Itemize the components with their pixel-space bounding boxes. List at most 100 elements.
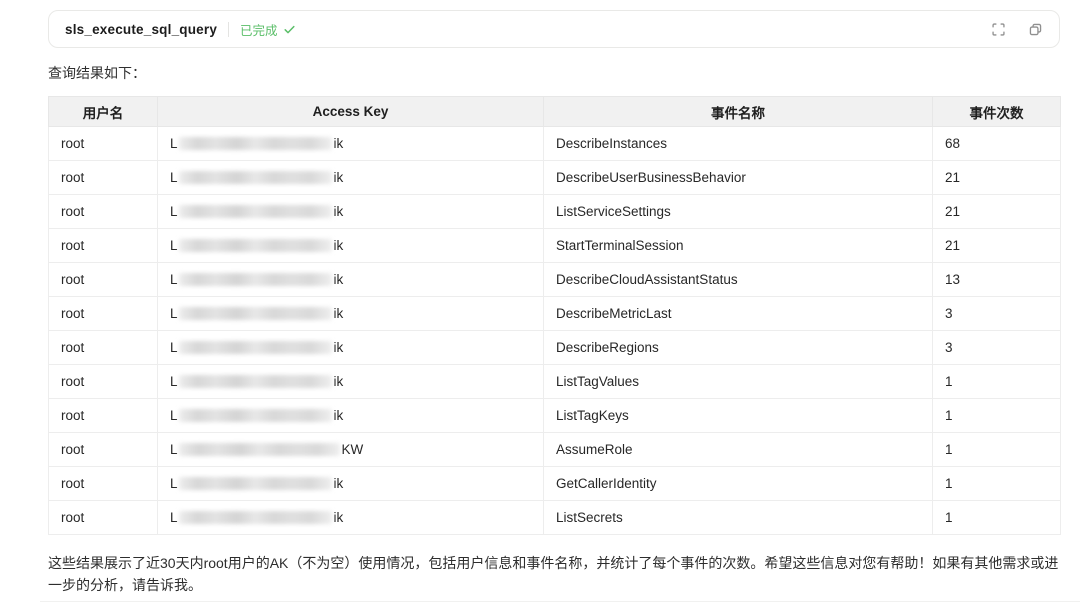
ak-prefix: L	[170, 340, 178, 355]
cell-access-key: L ik	[158, 501, 544, 535]
cell-event-name: GetCallerIdentity	[544, 467, 933, 501]
cell-username: root	[49, 229, 158, 263]
expand-icon[interactable]	[990, 21, 1006, 37]
ak-suffix: ik	[334, 136, 344, 151]
cell-access-key: L ik	[158, 365, 544, 399]
ak-suffix: KW	[342, 442, 364, 457]
cell-username: root	[49, 433, 158, 467]
col-header-username: 用户名	[49, 97, 158, 127]
cell-access-key: L KW	[158, 433, 544, 467]
cell-access-key: L ik	[158, 229, 544, 263]
ak-suffix: ik	[334, 510, 344, 525]
table-row: root L ik ListServiceSettings 21	[49, 195, 1061, 229]
cell-event-count: 13	[933, 263, 1061, 297]
ak-prefix: L	[170, 170, 178, 185]
intro-text: 查询结果如下：	[48, 63, 146, 83]
status-label: 已完成	[240, 20, 278, 39]
cell-event-name: DescribeMetricLast	[544, 297, 933, 331]
cell-username: root	[49, 161, 158, 195]
ak-suffix: ik	[334, 476, 344, 491]
result-summary-text: 这些结果展示了近30天内root用户的AK（不为空）使用情况，包括用户信息和事件…	[48, 552, 1062, 596]
cell-username: root	[49, 399, 158, 433]
tool-name: sls_execute_sql_query	[65, 22, 217, 37]
ak-suffix: ik	[334, 272, 344, 287]
ak-suffix: ik	[334, 408, 344, 423]
cell-event-name: StartTerminalSession	[544, 229, 933, 263]
cell-username: root	[49, 365, 158, 399]
ak-redaction-blur	[179, 171, 332, 184]
cell-access-key: L ik	[158, 467, 544, 501]
check-icon	[283, 23, 296, 36]
table-row: root L ik DescribeRegions 3	[49, 331, 1061, 365]
cell-event-count: 1	[933, 467, 1061, 501]
col-header-event-name: 事件名称	[544, 97, 933, 127]
ak-prefix: L	[170, 374, 178, 389]
col-header-event-count: 事件次数	[933, 97, 1061, 127]
table-row: root L ik GetCallerIdentity 1	[49, 467, 1061, 501]
cell-access-key: L ik	[158, 127, 544, 161]
ak-prefix: L	[170, 272, 178, 287]
cell-event-count: 1	[933, 399, 1061, 433]
ak-redaction-blur	[179, 341, 332, 354]
table-row: root L ik ListSecrets 1	[49, 501, 1061, 535]
cell-event-count: 3	[933, 331, 1061, 365]
ak-redaction-blur	[179, 511, 332, 524]
cell-event-name: ListTagValues	[544, 365, 933, 399]
ak-prefix: L	[170, 408, 178, 423]
ak-suffix: ik	[334, 204, 344, 219]
cell-username: root	[49, 127, 158, 161]
copy-icon[interactable]	[1027, 21, 1043, 37]
cell-event-count: 21	[933, 229, 1061, 263]
table-row: root L KW AssumeRole 1	[49, 433, 1061, 467]
ak-prefix: L	[170, 136, 178, 151]
cell-event-count: 21	[933, 195, 1061, 229]
ak-redaction-blur	[179, 273, 332, 286]
cell-event-count: 1	[933, 433, 1061, 467]
cell-event-name: ListSecrets	[544, 501, 933, 535]
cell-username: root	[49, 263, 158, 297]
ak-redaction-blur	[179, 137, 332, 150]
cell-username: root	[49, 195, 158, 229]
cell-event-name: AssumeRole	[544, 433, 933, 467]
table-row: root L ik DescribeUserBusinessBehavior 2…	[49, 161, 1061, 195]
cell-event-name: DescribeInstances	[544, 127, 933, 161]
ak-redaction-blur	[179, 443, 340, 456]
cell-access-key: L ik	[158, 399, 544, 433]
ak-suffix: ik	[334, 238, 344, 253]
ak-suffix: ik	[334, 306, 344, 321]
ak-prefix: L	[170, 204, 178, 219]
table-row: root L ik DescribeCloudAssistantStatus 1…	[49, 263, 1061, 297]
ak-prefix: L	[170, 306, 178, 321]
cell-event-name: DescribeRegions	[544, 331, 933, 365]
card-actions	[990, 21, 1043, 37]
ak-suffix: ik	[334, 170, 344, 185]
cell-username: root	[49, 467, 158, 501]
cell-event-name: ListTagKeys	[544, 399, 933, 433]
cell-access-key: L ik	[158, 195, 544, 229]
cell-event-name: DescribeUserBusinessBehavior	[544, 161, 933, 195]
status-badge: 已完成	[240, 20, 296, 39]
ak-prefix: L	[170, 510, 178, 525]
query-result-table: 用户名 Access Key 事件名称 事件次数 root L ik Descr…	[48, 96, 1061, 535]
cell-event-count: 21	[933, 161, 1061, 195]
cell-event-name: ListServiceSettings	[544, 195, 933, 229]
ak-redaction-blur	[179, 239, 332, 252]
table-row: root L ik ListTagKeys 1	[49, 399, 1061, 433]
ak-prefix: L	[170, 476, 178, 491]
table-row: root L ik DescribeInstances 68	[49, 127, 1061, 161]
cell-access-key: L ik	[158, 331, 544, 365]
table-row: root L ik DescribeMetricLast 3	[49, 297, 1061, 331]
cell-event-count: 3	[933, 297, 1061, 331]
cell-access-key: L ik	[158, 161, 544, 195]
cell-username: root	[49, 297, 158, 331]
cell-access-key: L ik	[158, 263, 544, 297]
cell-access-key: L ik	[158, 297, 544, 331]
ak-redaction-blur	[179, 205, 332, 218]
cell-event-count: 1	[933, 501, 1061, 535]
cell-username: root	[49, 331, 158, 365]
cell-event-name: DescribeCloudAssistantStatus	[544, 263, 933, 297]
ak-prefix: L	[170, 238, 178, 253]
cell-event-count: 1	[933, 365, 1061, 399]
ak-suffix: ik	[334, 374, 344, 389]
next-block-divider	[40, 601, 1080, 602]
